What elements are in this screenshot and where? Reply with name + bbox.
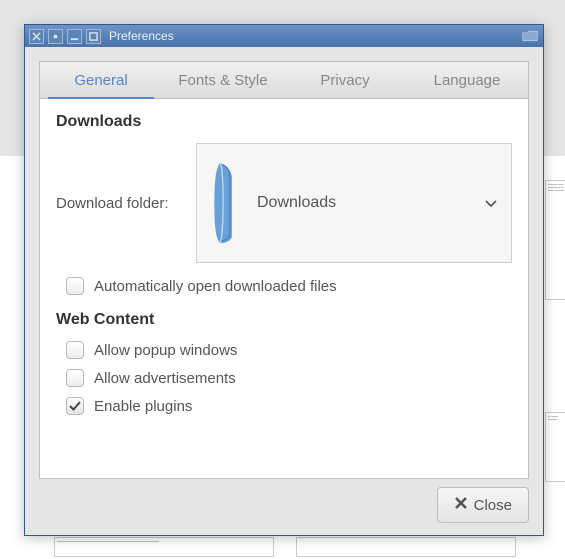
chevron-down-icon bbox=[485, 195, 497, 211]
download-folder-value: Downloads bbox=[257, 194, 336, 212]
tab-privacy[interactable]: Privacy bbox=[284, 62, 406, 98]
download-folder-select[interactable]: Downloads bbox=[196, 143, 512, 263]
background-thumb bbox=[296, 537, 516, 557]
minimize-window-button[interactable] bbox=[67, 29, 82, 44]
tab-language[interactable]: Language bbox=[406, 62, 528, 98]
maximize-window-button[interactable] bbox=[86, 29, 101, 44]
download-folder-label: Download folder: bbox=[56, 195, 186, 212]
background-fragments: ▬▬▬ ▬▬ ▬▬▬▬ ▬ ▬▬ ▬▬▬ ▬ ▬▬ ▬▬▬ bbox=[545, 180, 565, 559]
shade-window-button[interactable] bbox=[48, 29, 63, 44]
checkbox-icon bbox=[66, 341, 84, 359]
auto-open-checkbox[interactable]: Automatically open downloaded files bbox=[66, 277, 512, 295]
allow-ads-label: Allow advertisements bbox=[94, 370, 236, 387]
general-panel: Downloads Download folder: Downloads bbox=[39, 99, 529, 479]
allow-popups-checkbox[interactable]: Allow popup windows bbox=[66, 341, 512, 359]
dialog-footer: Close bbox=[25, 487, 543, 535]
downloads-heading: Downloads bbox=[56, 113, 512, 131]
folder-icon bbox=[207, 159, 249, 247]
titlebar[interactable]: Preferences bbox=[25, 25, 543, 47]
checkbox-icon bbox=[66, 369, 84, 387]
tab-fonts-style[interactable]: Fonts & Style bbox=[162, 62, 284, 98]
window-folder-icon[interactable] bbox=[521, 29, 539, 43]
window-title: Preferences bbox=[109, 29, 174, 43]
background-thumb: ▬▬▬▬▬▬▬▬▬▬▬▬▬▬▬▬▬▬▬▬▬▬▬▬▬▬▬▬▬▬▬▬▬▬ bbox=[54, 537, 274, 557]
checkbox-icon bbox=[66, 277, 84, 295]
close-button-label: Close bbox=[474, 497, 512, 514]
auto-open-label: Automatically open downloaded files bbox=[94, 278, 337, 295]
close-icon bbox=[454, 496, 468, 514]
checkbox-icon bbox=[66, 397, 84, 415]
tabs: General Fonts & Style Privacy Language bbox=[39, 61, 529, 99]
enable-plugins-checkbox[interactable]: Enable plugins bbox=[66, 397, 512, 415]
tab-general[interactable]: General bbox=[40, 62, 162, 98]
allow-popups-label: Allow popup windows bbox=[94, 342, 237, 359]
allow-ads-checkbox[interactable]: Allow advertisements bbox=[66, 369, 512, 387]
web-content-heading: Web Content bbox=[56, 311, 512, 329]
close-window-button[interactable] bbox=[29, 29, 44, 44]
enable-plugins-label: Enable plugins bbox=[94, 398, 192, 415]
close-button[interactable]: Close bbox=[437, 487, 529, 523]
preferences-window: Preferences General Fonts & Style Privac… bbox=[24, 24, 544, 536]
